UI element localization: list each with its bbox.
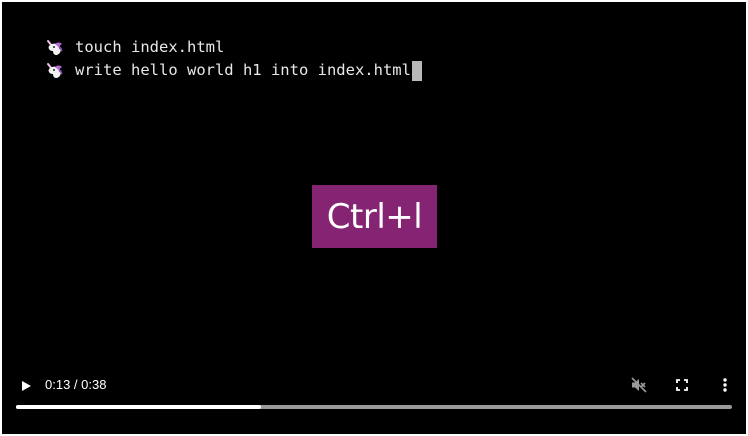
terminal-command: write hello world h1 into index.html	[75, 61, 411, 79]
play-button[interactable]	[16, 374, 36, 398]
more-vertical-icon	[723, 378, 727, 392]
progress-bar[interactable]	[16, 405, 732, 409]
video-player[interactable]: touch index.html write hello world h1 in…	[2, 2, 746, 434]
terminal-command: touch index.html	[75, 38, 225, 56]
terminal-cursor	[411, 60, 422, 81]
progress-fill	[16, 405, 261, 409]
terminal-line: write hello world h1 into index.html	[44, 59, 422, 82]
time-display: 0:13 / 0:38	[45, 377, 107, 392]
volume-muted-icon	[631, 377, 647, 393]
fullscreen-icon	[676, 379, 688, 391]
video-frame: touch index.html write hello world h1 in…	[0, 0, 748, 436]
mute-button[interactable]	[628, 374, 650, 396]
video-controls: 0:13 / 0:38	[2, 364, 746, 434]
terminal-line: touch index.html	[44, 36, 422, 59]
terminal-recording: touch index.html write hello world h1 in…	[44, 36, 422, 82]
unicorn-icon	[44, 62, 66, 80]
play-icon	[22, 381, 31, 391]
fullscreen-button[interactable]	[671, 374, 693, 396]
more-options-button[interactable]	[714, 374, 736, 396]
unicorn-icon	[44, 39, 66, 57]
keystroke-overlay: Ctrl+l	[312, 185, 437, 248]
